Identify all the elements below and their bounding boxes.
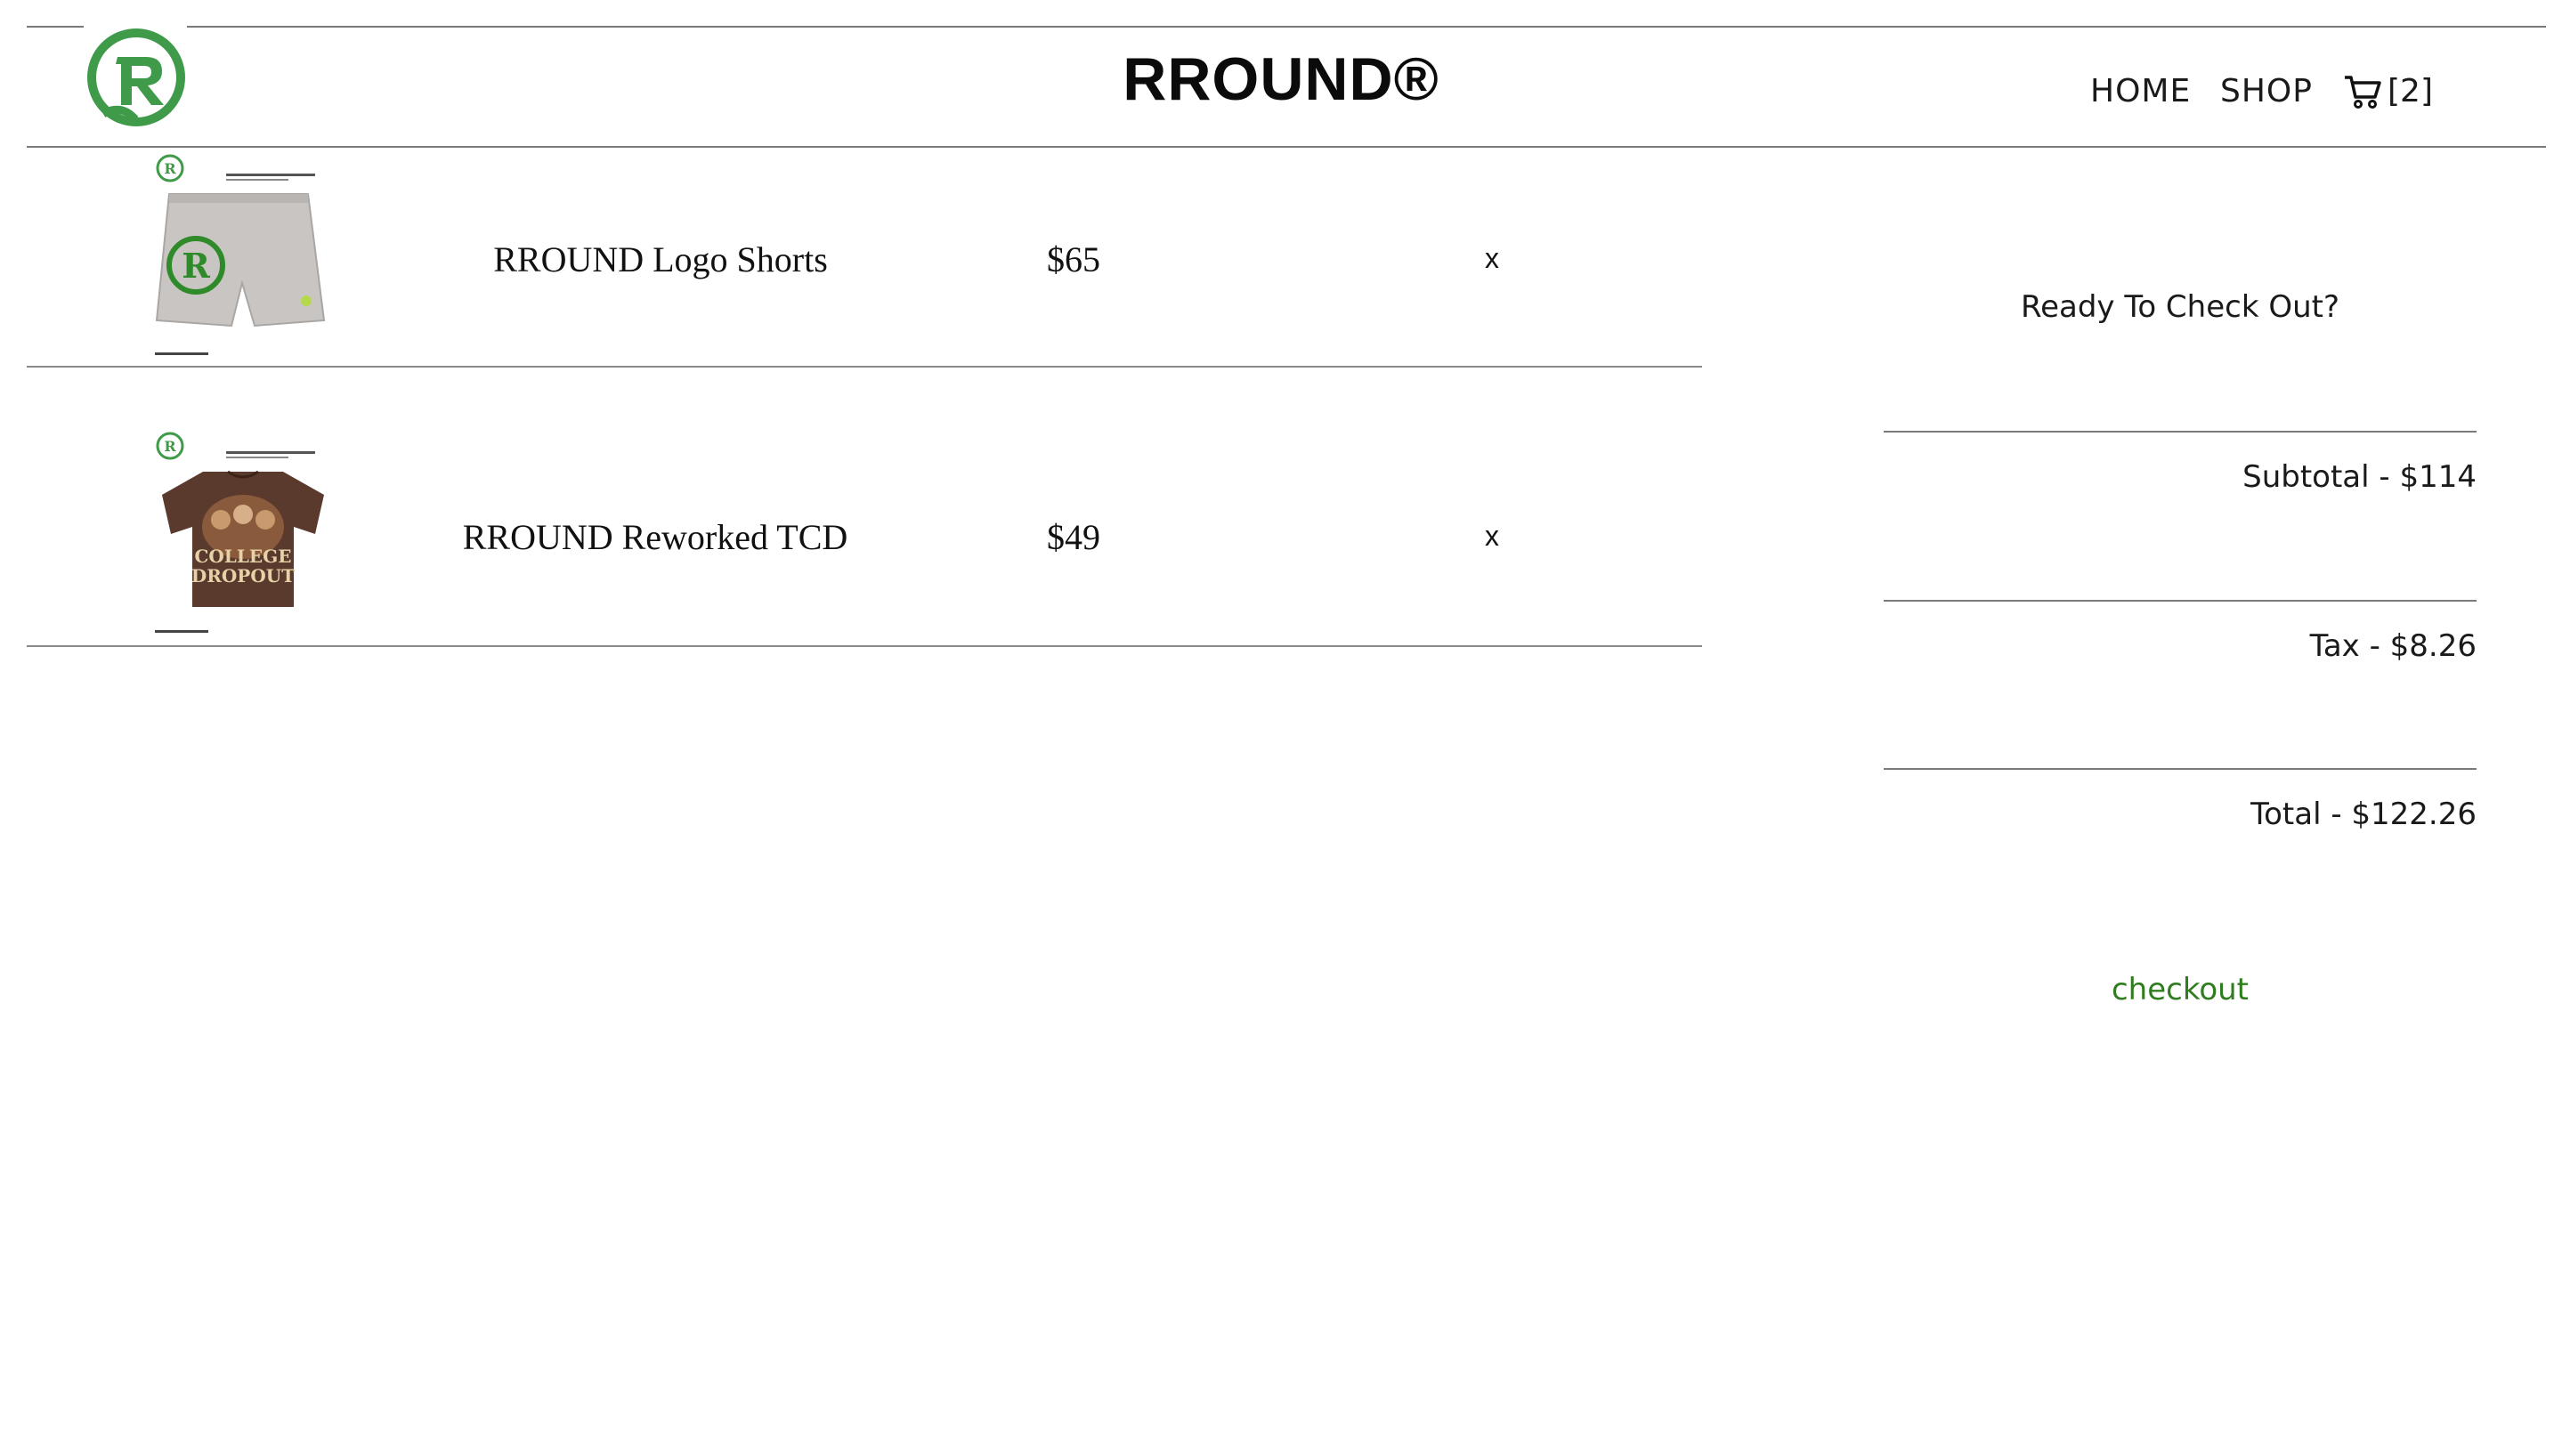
product-thumbnail-shorts[interactable]: R R bbox=[150, 151, 336, 361]
nav-home-link[interactable]: HOME bbox=[2090, 73, 2191, 109]
row-divider bbox=[27, 366, 1702, 368]
summary-heading: Ready To Check Out? bbox=[2020, 289, 2340, 325]
product-price: $49 bbox=[1047, 517, 1100, 557]
header-top-divider bbox=[187, 26, 2546, 28]
header-top-divider-left bbox=[27, 26, 84, 28]
summary-divider bbox=[1884, 768, 2477, 770]
summary-divider bbox=[1884, 600, 2477, 602]
remove-item-button[interactable]: x bbox=[1485, 520, 1499, 553]
svg-text:R: R bbox=[164, 438, 176, 455]
nav-shop-link[interactable]: SHOP bbox=[2220, 73, 2313, 109]
tax-text: Tax - $8.26 bbox=[2309, 628, 2477, 664]
subtotal-text: Subtotal - $114 bbox=[2242, 459, 2477, 495]
shopping-cart-icon bbox=[2345, 75, 2381, 109]
summary-divider bbox=[1884, 431, 2477, 433]
product-name[interactable]: RROUND Reworked TCD bbox=[388, 516, 922, 558]
shirt-print-line1: COLLEGE bbox=[194, 546, 291, 567]
header-bottom-divider bbox=[27, 146, 2546, 148]
product-price: $65 bbox=[1047, 239, 1100, 279]
svg-text:R: R bbox=[182, 246, 210, 286]
shirt-print-line2: DROPOUT bbox=[191, 565, 295, 586]
remove-item-button[interactable]: x bbox=[1485, 242, 1499, 275]
row-divider bbox=[27, 645, 1702, 647]
product-name[interactable]: RROUND Logo Shorts bbox=[393, 239, 928, 280]
cart-count: [2] bbox=[2388, 73, 2433, 109]
checkout-button[interactable]: checkout bbox=[1884, 972, 2477, 1007]
total-text: Total - $122.26 bbox=[2250, 797, 2477, 832]
cart-link[interactable]: [2] bbox=[2343, 73, 2433, 109]
product-thumbnail-tshirt[interactable]: R COLLEGE DROPOUT bbox=[150, 429, 336, 639]
svg-text:R: R bbox=[164, 160, 176, 177]
